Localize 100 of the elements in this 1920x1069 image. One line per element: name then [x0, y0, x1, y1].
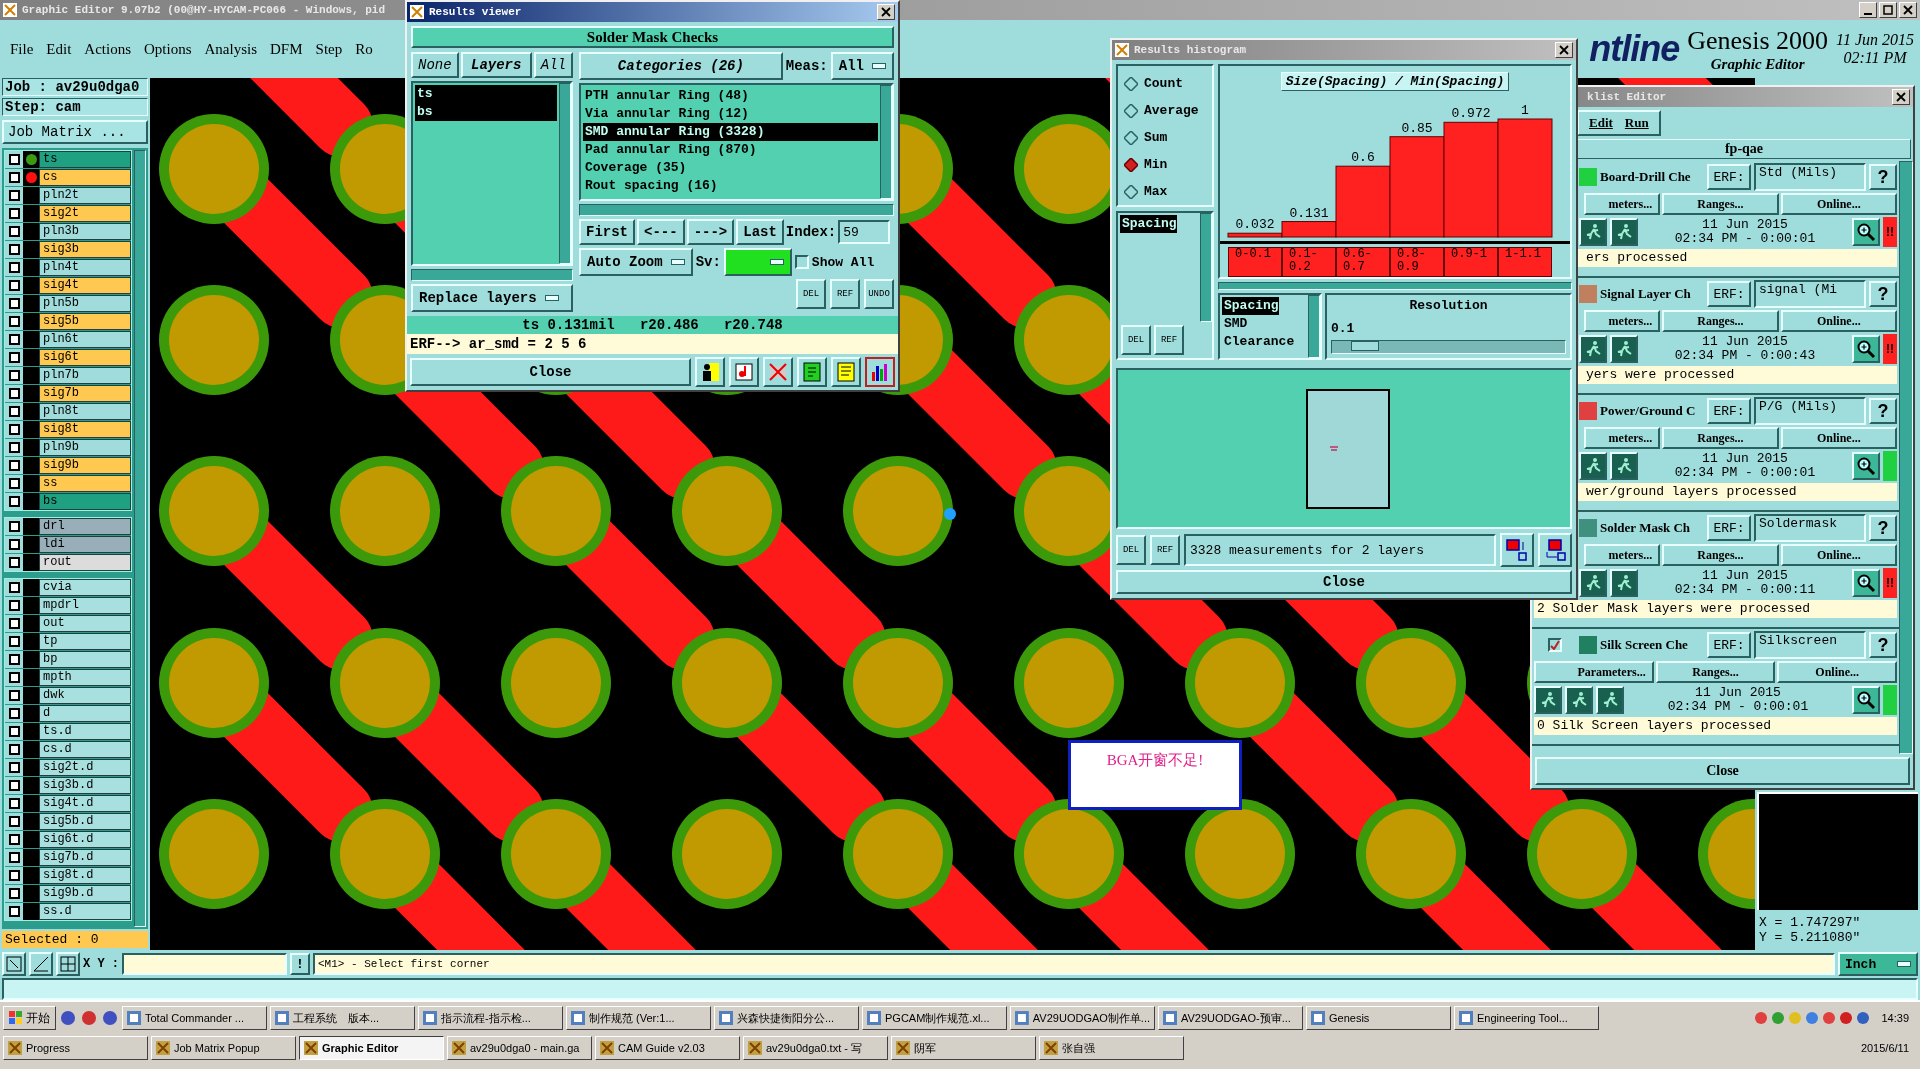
layer-item[interactable]: ts.d: [39, 723, 131, 740]
index-field[interactable]: 59: [838, 220, 891, 244]
option-button[interactable]: Online...: [1780, 193, 1897, 215]
taskbar-button[interactable]: av29u0dga0 - main.ga: [447, 1036, 592, 1060]
mode-option[interactable]: Sum: [1118, 124, 1212, 151]
categories-button[interactable]: Categories (26): [579, 52, 783, 80]
sv-color-dropdown[interactable]: [723, 248, 792, 276]
layer-checkbox[interactable]: [8, 226, 20, 237]
menu-item[interactable]: File: [10, 40, 34, 58]
category-item[interactable]: PTH annular Ring (48): [583, 87, 878, 105]
clear-button[interactable]: [763, 357, 793, 387]
run-button[interactable]: [1579, 569, 1607, 597]
histogram-button[interactable]: [865, 357, 895, 387]
option-button[interactable]: Online...: [1777, 661, 1897, 683]
layer-item[interactable]: cs.d: [39, 741, 131, 758]
field-item[interactable]: Spacing: [1120, 215, 1177, 233]
layer-item[interactable]: tp: [39, 633, 131, 650]
taskbar-button[interactable]: Genesis: [1306, 1006, 1451, 1030]
layer-item[interactable]: sig9b: [39, 457, 131, 474]
taskbar-button[interactable]: PGCAM制作规范.xl...: [862, 1006, 1007, 1030]
slider-thumb[interactable]: [1350, 341, 1379, 351]
radio-icon[interactable]: [1124, 103, 1138, 118]
layer-checkbox[interactable]: [8, 316, 20, 327]
nav-button[interactable]: Last: [736, 219, 784, 245]
option-button[interactable]: Parameters...: [1534, 661, 1654, 683]
erf-field[interactable]: Std (Mils): [1754, 163, 1866, 191]
layer-checkbox[interactable]: [8, 478, 20, 489]
run-button[interactable]: [1565, 686, 1593, 714]
layer-item[interactable]: sig5b: [39, 313, 131, 330]
alert-button[interactable]: !: [290, 953, 310, 975]
layer-item[interactable]: dwk: [39, 687, 131, 704]
import-button[interactable]: [1538, 533, 1572, 567]
select-tool-button[interactable]: [2, 952, 26, 976]
layer-item[interactable]: ss: [39, 475, 131, 492]
layer-checkbox[interactable]: [8, 834, 20, 845]
option-button[interactable]: meters...: [1584, 310, 1661, 332]
layer-checkbox[interactable]: [8, 780, 20, 791]
auto-zoom-dropdown[interactable]: Auto Zoom: [579, 248, 693, 276]
run-button[interactable]: [1579, 218, 1607, 246]
layer-checkbox[interactable]: [8, 582, 20, 593]
layer-checkbox[interactable]: [8, 460, 20, 471]
layer-item[interactable]: cvia: [39, 579, 131, 596]
zoom-button[interactable]: [1852, 218, 1880, 246]
erf-button[interactable]: ERF:: [1707, 281, 1751, 307]
taskbar-button[interactable]: 指示流程-指示检...: [418, 1006, 563, 1030]
layer-item[interactable]: bs: [415, 103, 557, 121]
layer-checkbox[interactable]: [8, 262, 20, 273]
figure-button[interactable]: [695, 357, 725, 387]
layer-checkbox[interactable]: [8, 352, 20, 363]
taskbar-button[interactable]: 制作规范 (Ver:1...: [566, 1006, 711, 1030]
layer-checkbox[interactable]: [8, 370, 20, 381]
start-button[interactable]: 开始: [3, 1006, 56, 1030]
layer-item[interactable]: sig9b.d: [39, 885, 131, 902]
layer-item[interactable]: bs: [39, 493, 131, 510]
erf-field[interactable]: P/G (Mils): [1754, 397, 1866, 425]
taskbar-button[interactable]: av29u0dga0.txt - 写: [743, 1036, 888, 1060]
layer-item[interactable]: bp: [39, 651, 131, 668]
layer-checkbox[interactable]: [8, 190, 20, 201]
layer-item[interactable]: sig8t.d: [39, 867, 131, 884]
layer-item[interactable]: sig3b: [39, 241, 131, 258]
layer-item[interactable]: drl: [39, 518, 131, 535]
erf-field[interactable]: Silkscreen: [1754, 631, 1866, 659]
option-button[interactable]: Ranges...: [1662, 544, 1779, 566]
option-button[interactable]: Ranges...: [1662, 193, 1779, 215]
layer-checkbox[interactable]: [8, 672, 20, 683]
taskbar-button[interactable]: Total Commander ...: [122, 1006, 267, 1030]
layer-checkbox[interactable]: [8, 154, 20, 165]
category-item[interactable]: Rout spacing (16): [583, 177, 878, 195]
close-button[interactable]: [1899, 2, 1917, 18]
xy-input-field[interactable]: [122, 953, 287, 975]
erf-button[interactable]: ERF:: [1707, 164, 1751, 190]
zoom-button[interactable]: [1852, 686, 1880, 714]
layer-item[interactable]: mpth: [39, 669, 131, 686]
mode-option[interactable]: Average: [1118, 97, 1212, 124]
erf-field[interactable]: Soldermask: [1754, 514, 1866, 542]
erf-button[interactable]: ERF:: [1707, 632, 1751, 658]
export-button[interactable]: [1500, 533, 1534, 567]
layer-item[interactable]: out: [39, 615, 131, 632]
layer-checkbox[interactable]: [8, 406, 20, 417]
layer-item[interactable]: ldi: [39, 536, 131, 553]
grid-tool-button[interactable]: [56, 952, 80, 976]
layer-checkbox[interactable]: [8, 816, 20, 827]
taskbar-button[interactable]: CAM Guide v2.03: [595, 1036, 740, 1060]
quick-launch-icon[interactable]: [59, 1009, 77, 1027]
run-button[interactable]: [1579, 452, 1607, 480]
close-button[interactable]: [1555, 42, 1573, 58]
layer-checkbox[interactable]: [8, 636, 20, 647]
report-button[interactable]: [831, 357, 861, 387]
layer-checkbox[interactable]: [8, 280, 20, 291]
tool-button[interactable]: DEL: [1121, 325, 1151, 355]
layer-item[interactable]: pln2t: [39, 187, 131, 204]
option-button[interactable]: Ranges...: [1655, 661, 1776, 683]
layer-checkbox[interactable]: [8, 888, 20, 899]
mode-option[interactable]: Max: [1118, 178, 1212, 205]
run-button[interactable]: [1610, 335, 1638, 363]
menu-item[interactable]: Run: [1624, 115, 1649, 131]
category-item[interactable]: Pad annular Ring (870): [583, 141, 878, 159]
marker-button[interactable]: [729, 357, 759, 387]
layer-item[interactable]: ss.d: [39, 903, 131, 920]
layer-item[interactable]: ts: [39, 151, 131, 168]
